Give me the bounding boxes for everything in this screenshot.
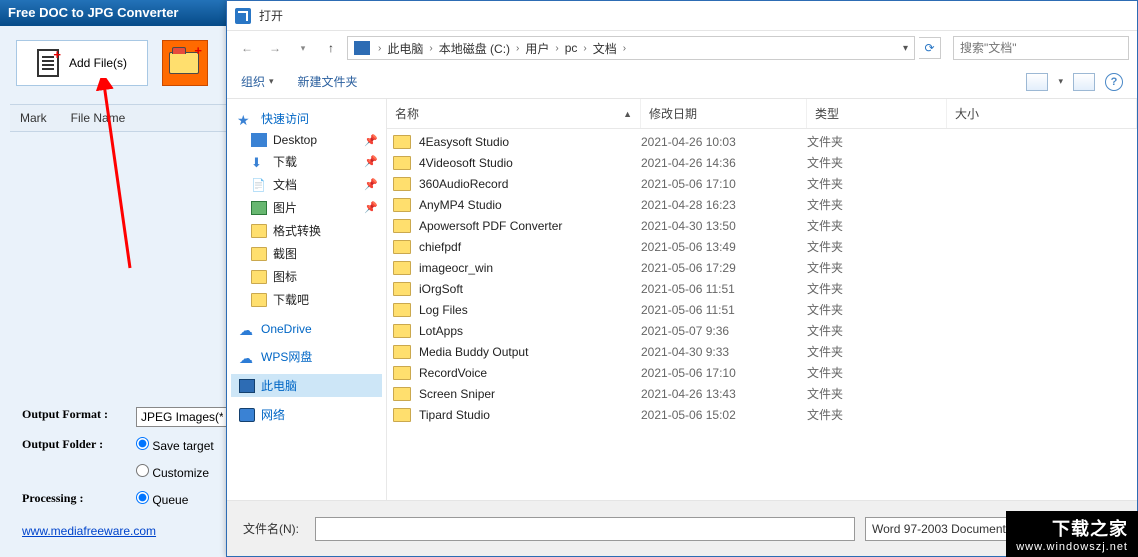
folder-icon	[393, 387, 411, 401]
file-row[interactable]: AnyMP4 Studio2021-04-28 16:23文件夹	[387, 194, 1137, 215]
add-files-button[interactable]: + Add File(s)	[16, 40, 148, 86]
breadcrumb[interactable]: › 此电脑› 本地磁盘 (C:)› 用户› pc› 文档› ▾	[347, 36, 915, 60]
pc-icon	[354, 41, 370, 55]
file-list-header[interactable]: 名称▲ 修改日期 类型 大小	[387, 99, 1137, 129]
tree-pictures[interactable]: 图片📌	[231, 196, 382, 219]
tree-network[interactable]: 网络	[231, 403, 382, 426]
queue-radio[interactable]: Queue	[136, 493, 188, 507]
search-input[interactable]	[953, 36, 1129, 60]
output-format-select[interactable]	[136, 407, 228, 427]
output-format-label: Output Format :	[16, 403, 128, 431]
dialog-icon	[235, 8, 251, 24]
tree-wps[interactable]: WPS网盘	[231, 345, 382, 368]
output-folder-label: Output Folder :	[16, 433, 128, 458]
folder-icon	[393, 366, 411, 380]
file-row[interactable]: Tipard Studio2021-05-06 15:02文件夹	[387, 404, 1137, 425]
file-row[interactable]: LotApps2021-05-07 9:36文件夹	[387, 320, 1137, 341]
tree-quick-access[interactable]: 快速访问	[231, 107, 382, 130]
folder-icon	[393, 303, 411, 317]
tree-this-pc[interactable]: 此电脑	[231, 374, 382, 397]
view-options-button[interactable]	[1026, 73, 1048, 91]
folder-icon	[393, 198, 411, 212]
tree-folder[interactable]: 图标	[231, 265, 382, 288]
nav-up-button[interactable]: ↑	[319, 36, 343, 60]
file-row[interactable]: Apowersoft PDF Converter2021-04-30 13:50…	[387, 215, 1137, 236]
file-row[interactable]: chiefpdf2021-05-06 13:49文件夹	[387, 236, 1137, 257]
sort-asc-icon: ▲	[623, 109, 632, 119]
tree-folder[interactable]: 格式转换	[231, 219, 382, 242]
refresh-button[interactable]: ⟳	[919, 37, 941, 59]
help-button[interactable]: ?	[1105, 73, 1123, 91]
tree-documents[interactable]: 文档📌	[231, 173, 382, 196]
document-icon: +	[37, 49, 59, 77]
folder-icon	[393, 345, 411, 359]
folder-icon	[169, 52, 199, 74]
folder-icon	[393, 135, 411, 149]
tree-folder[interactable]: 截图	[231, 242, 382, 265]
new-folder-button[interactable]: 新建文件夹	[298, 73, 358, 90]
folder-tree[interactable]: 快速访问 Desktop📌 下载📌 文档📌 图片📌 格式转换 截图 图标 下载吧…	[227, 99, 387, 500]
tree-desktop[interactable]: Desktop📌	[231, 130, 382, 150]
filename-input[interactable]	[315, 517, 855, 541]
folder-icon	[393, 177, 411, 191]
add-folder-button[interactable]	[162, 40, 208, 86]
folder-icon	[393, 156, 411, 170]
tree-onedrive[interactable]: OneDrive	[231, 319, 382, 339]
organize-menu[interactable]: 组织▾	[241, 73, 274, 90]
folder-icon	[393, 324, 411, 338]
filename-label: 文件名(N):	[243, 520, 305, 537]
file-row[interactable]: Log Files2021-05-06 11:51文件夹	[387, 299, 1137, 320]
file-row[interactable]: 360AudioRecord2021-05-06 17:10文件夹	[387, 173, 1137, 194]
file-row[interactable]: iOrgSoft2021-05-06 11:51文件夹	[387, 278, 1137, 299]
file-row[interactable]: Media Buddy Output2021-04-30 9:33文件夹	[387, 341, 1137, 362]
folder-icon	[393, 282, 411, 296]
vendor-link[interactable]: www.mediafreeware.com	[22, 524, 156, 538]
file-row[interactable]: imageocr_win2021-05-06 17:29文件夹	[387, 257, 1137, 278]
tree-downloads[interactable]: 下载📌	[231, 150, 382, 173]
file-row[interactable]: RecordVoice2021-05-06 17:10文件夹	[387, 362, 1137, 383]
customize-radio[interactable]: Customize	[136, 466, 209, 480]
file-row[interactable]: 4Videosoft Studio2021-04-26 14:36文件夹	[387, 152, 1137, 173]
processing-label: Processing :	[16, 487, 128, 512]
file-row[interactable]: Screen Sniper2021-04-26 13:43文件夹	[387, 383, 1137, 404]
file-list[interactable]: 4Easysoft Studio2021-04-26 10:03文件夹4Vide…	[387, 129, 1137, 500]
preview-pane-button[interactable]	[1073, 73, 1095, 91]
nav-forward-button[interactable]: →	[263, 36, 287, 60]
folder-icon	[393, 408, 411, 422]
nav-back-button[interactable]: ←	[235, 36, 259, 60]
save-target-radio[interactable]: Save target	[136, 439, 214, 453]
folder-icon	[393, 219, 411, 233]
dialog-titlebar: 打开	[227, 1, 1137, 31]
folder-icon	[393, 261, 411, 275]
file-row[interactable]: 4Easysoft Studio2021-04-26 10:03文件夹	[387, 131, 1137, 152]
file-open-dialog: 打开 ← → ▾ ↑ › 此电脑› 本地磁盘 (C:)› 用户› pc› 文档›…	[226, 0, 1138, 557]
nav-recent-button[interactable]: ▾	[291, 36, 315, 60]
folder-icon	[393, 240, 411, 254]
watermark: 下载之家 www.windowszj.net	[1006, 511, 1138, 557]
path-dropdown-icon[interactable]: ▾	[903, 43, 908, 54]
tree-folder[interactable]: 下载吧	[231, 288, 382, 311]
